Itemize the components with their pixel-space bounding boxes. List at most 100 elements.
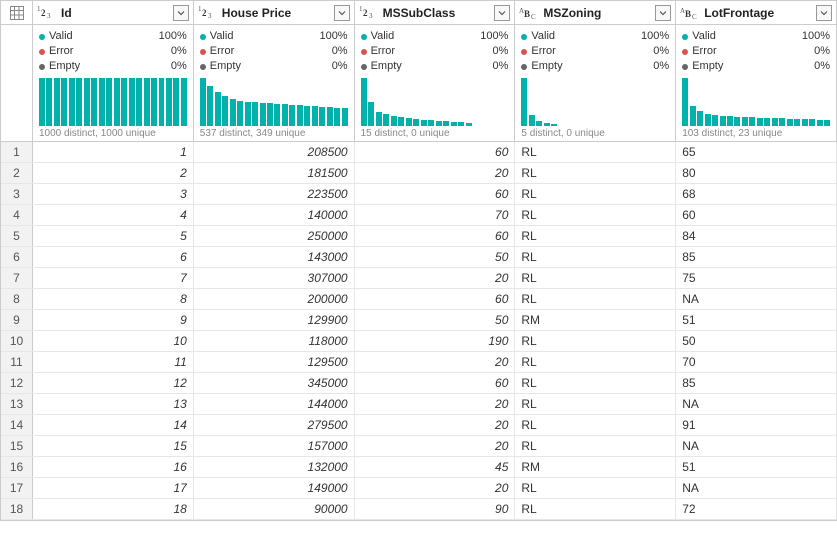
cell[interactable]: 50 [676,331,837,351]
cell[interactable]: 45 [355,457,516,477]
cell[interactable]: 72 [676,499,837,519]
column-filter-button[interactable] [816,5,832,21]
table-row[interactable]: 2218150020RL80 [1,163,837,184]
cell[interactable]: 60 [676,205,837,225]
column-header[interactable]: 123House Price [194,1,355,25]
cell[interactable]: NA [676,478,837,498]
cell[interactable]: RL [515,352,676,372]
cell[interactable]: 140000 [194,205,355,225]
cell[interactable]: 2 [33,163,194,183]
table-row[interactable]: 8820000060RLNA [1,289,837,310]
row-number[interactable]: 3 [1,184,33,204]
table-row[interactable]: 5525000060RL84 [1,226,837,247]
cell[interactable]: RL [515,394,676,414]
table-row[interactable]: 9912990050RM51 [1,310,837,331]
column-filter-button[interactable] [334,5,350,21]
cell[interactable]: RL [515,268,676,288]
cell[interactable]: 190 [355,331,516,351]
column-header[interactable]: 123MSSubClass [355,1,516,25]
row-number[interactable]: 8 [1,289,33,309]
table-row[interactable]: 7730700020RL75 [1,268,837,289]
table-row[interactable]: 18189000090RL72 [1,499,837,520]
cell[interactable]: 8 [33,289,194,309]
cell[interactable]: RL [515,205,676,225]
table-row[interactable]: 6614300050RL85 [1,247,837,268]
cell[interactable]: 70 [355,205,516,225]
row-number[interactable]: 7 [1,268,33,288]
cell[interactable]: NA [676,394,837,414]
cell[interactable]: 80 [676,163,837,183]
cell[interactable]: 60 [355,373,516,393]
cell[interactable]: RL [515,436,676,456]
table-row[interactable]: 1120850060RL65 [1,142,837,163]
row-number[interactable]: 12 [1,373,33,393]
cell[interactable]: 84 [676,226,837,246]
cell[interactable]: 65 [676,142,837,162]
table-row[interactable]: 121234500060RL85 [1,373,837,394]
row-number[interactable]: 15 [1,436,33,456]
cell[interactable]: 118000 [194,331,355,351]
cell[interactable]: 16 [33,457,194,477]
row-number[interactable]: 11 [1,352,33,372]
cell[interactable]: 60 [355,142,516,162]
cell[interactable]: 9 [33,310,194,330]
table-row[interactable]: 161613200045RM51 [1,457,837,478]
cell[interactable]: 5 [33,226,194,246]
cell[interactable]: 14 [33,415,194,435]
cell[interactable]: 307000 [194,268,355,288]
cell[interactable]: 68 [676,184,837,204]
row-number[interactable]: 13 [1,394,33,414]
cell[interactable]: 129500 [194,352,355,372]
cell[interactable]: 144000 [194,394,355,414]
cell[interactable]: 20 [355,478,516,498]
cell[interactable]: 50 [355,310,516,330]
cell[interactable]: 60 [355,184,516,204]
row-number[interactable]: 2 [1,163,33,183]
table-row[interactable]: 151515700020RLNA [1,436,837,457]
cell[interactable]: 20 [355,268,516,288]
column-header[interactable]: 123Id [33,1,194,25]
cell[interactable]: RL [515,415,676,435]
cell[interactable]: 20 [355,352,516,372]
cell[interactable]: RL [515,499,676,519]
table-row[interactable]: 131314400020RLNA [1,394,837,415]
row-number[interactable]: 9 [1,310,33,330]
table-row[interactable]: 171714900020RLNA [1,478,837,499]
cell[interactable]: 91 [676,415,837,435]
row-number[interactable]: 14 [1,415,33,435]
cell[interactable]: RL [515,142,676,162]
cell[interactable]: 143000 [194,247,355,267]
cell[interactable]: 75 [676,268,837,288]
cell[interactable]: 85 [676,247,837,267]
cell[interactable]: 4 [33,205,194,225]
row-number[interactable]: 1 [1,142,33,162]
column-header[interactable]: ABCLotFrontage [676,1,837,25]
cell[interactable]: 20 [355,394,516,414]
cell[interactable]: 200000 [194,289,355,309]
row-number[interactable]: 16 [1,457,33,477]
column-filter-button[interactable] [494,5,510,21]
cell[interactable]: 250000 [194,226,355,246]
row-number[interactable]: 18 [1,499,33,519]
cell[interactable]: 85 [676,373,837,393]
cell[interactable]: 20 [355,163,516,183]
row-number[interactable]: 6 [1,247,33,267]
cell[interactable]: NA [676,289,837,309]
cell[interactable]: RL [515,184,676,204]
row-number[interactable]: 4 [1,205,33,225]
cell[interactable]: 129900 [194,310,355,330]
cell[interactable]: 51 [676,310,837,330]
cell[interactable]: 223500 [194,184,355,204]
cell[interactable]: RM [515,310,676,330]
cell[interactable]: 50 [355,247,516,267]
cell[interactable]: 6 [33,247,194,267]
cell[interactable]: RL [515,331,676,351]
cell[interactable]: RL [515,163,676,183]
cell[interactable]: 60 [355,226,516,246]
cell[interactable]: 20 [355,436,516,456]
select-all-corner[interactable] [1,1,33,25]
cell[interactable]: 279500 [194,415,355,435]
cell[interactable]: 3 [33,184,194,204]
table-row[interactable]: 111112950020RL70 [1,352,837,373]
cell[interactable]: 18 [33,499,194,519]
